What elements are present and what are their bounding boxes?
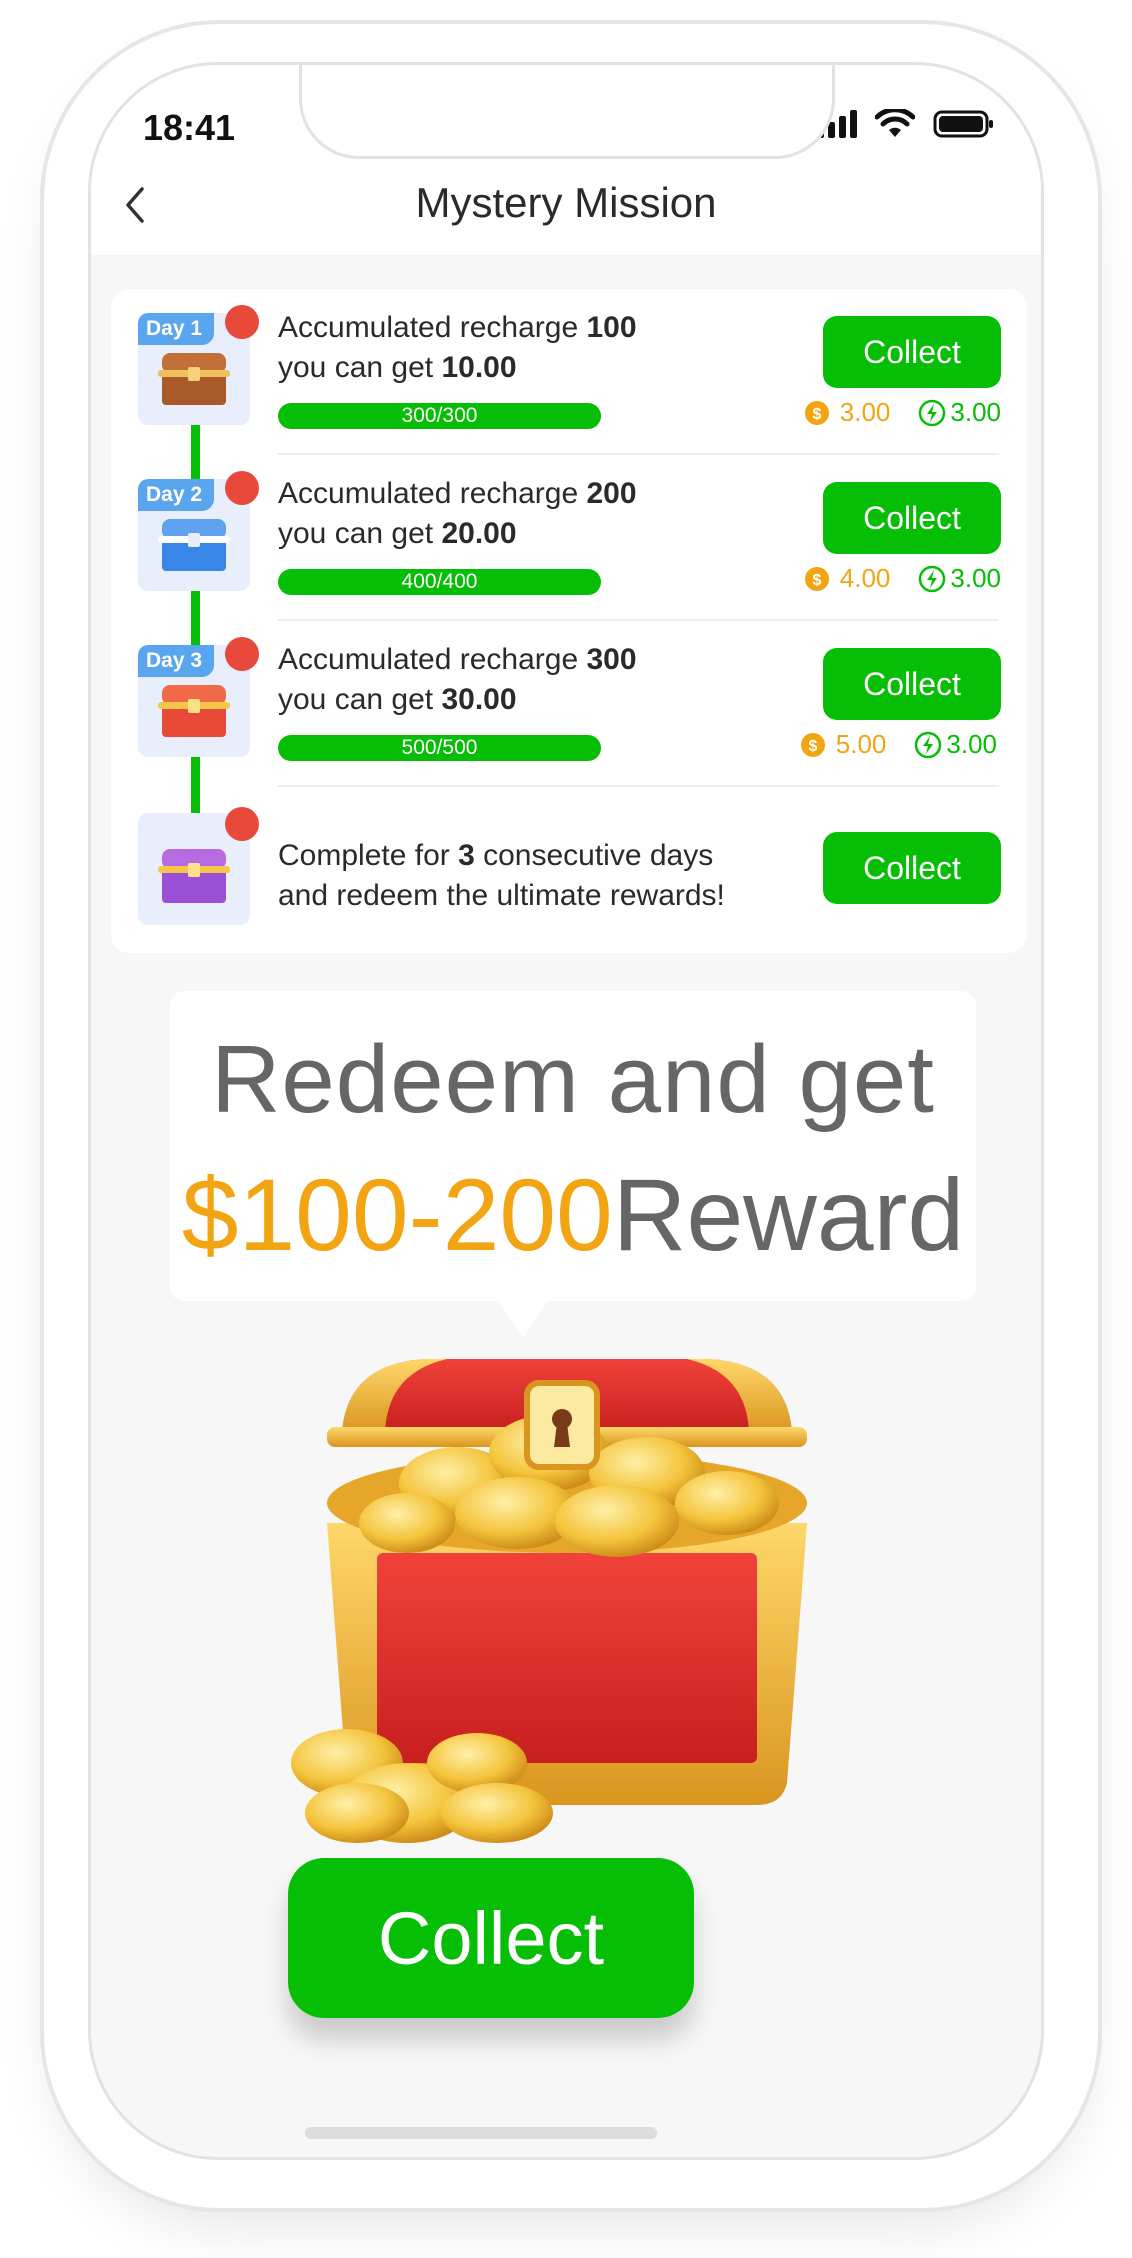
day-tag: Day 1 (138, 313, 215, 345)
bolt-reward: 3.00 (918, 563, 1001, 594)
home-indicator (305, 2127, 657, 2139)
rewards: $ 4.00 3.00 (804, 563, 1001, 594)
notification-dot (225, 637, 259, 671)
bolt-reward: 3.00 (914, 729, 997, 760)
progress-bar: 500/500 (278, 735, 601, 761)
mission-line-2: you can get 30.00 (278, 683, 517, 716)
progress-bar: 300/300 (278, 403, 601, 429)
battery-icon (933, 110, 993, 138)
lightning-icon (915, 731, 942, 758)
svg-text:$: $ (812, 406, 821, 423)
svg-text:$: $ (808, 738, 817, 755)
notification-dot (225, 305, 259, 339)
mission-line-2: you can get 20.00 (278, 517, 517, 550)
coin-reward: $ 4.00 (804, 563, 890, 594)
page-title: Mystery Mission (415, 179, 717, 226)
lightning-icon (919, 399, 946, 426)
collect-button-day-1[interactable]: Collect (823, 316, 1001, 388)
collect-button-day-2[interactable]: Collect (823, 482, 1001, 554)
reward-amount: $100-200 (181, 1158, 613, 1272)
reward-suffix: Reward (612, 1158, 965, 1272)
mission-row-final: Complete for 3 consecutive days and rede… (111, 787, 1027, 953)
rewards: $ 5.00 3.00 (800, 729, 997, 760)
mission-line-1: Accumulated recharge 300 (278, 643, 637, 676)
wifi-icon (875, 109, 915, 137)
collect-button-final[interactable]: Collect (823, 832, 1001, 904)
phone-screen: 18:41 Mystery Mission Day 1 Accumulated … (88, 62, 1044, 2160)
mission-line-1: Accumulated recharge 200 (278, 477, 637, 510)
rewards: $ 3.00 3.00 (804, 397, 1001, 428)
coin-reward: $ 3.00 (804, 397, 890, 428)
coin-icon: $ (804, 400, 829, 425)
bolt-reward: 3.00 (918, 397, 1001, 428)
coin-icon: $ (800, 732, 825, 757)
notification-dot (225, 807, 259, 841)
svg-text:$: $ (812, 572, 821, 589)
mission-line-1: Accumulated recharge 100 (278, 311, 637, 344)
final-mission-line-1: Complete for 3 consecutive days (278, 839, 714, 872)
progress-bar: 400/400 (278, 569, 601, 595)
mission-row-day-3: Day 3 Accumulated recharge 300 you can g… (111, 621, 1027, 787)
mission-row-day-2: Day 2 Accumulated recharge 200 you can g… (111, 455, 1027, 621)
mission-row-day-1: Day 1 Accumulated recharge 100 you can g… (111, 289, 1027, 455)
status-icons (817, 109, 995, 139)
coin-reward: $ 5.00 (800, 729, 886, 760)
banner-reward-line: $100-200Reward (170, 1157, 976, 1274)
coin-icon: $ (804, 566, 829, 591)
treasure-chest-illustration (291, 1359, 807, 1843)
final-mission-line-2: and redeem the ultimate rewards! (278, 879, 725, 912)
phone-notch (299, 65, 835, 159)
day-tag: Day 2 (138, 479, 215, 511)
mission-line-2: you can get 10.00 (278, 351, 517, 384)
notification-dot (225, 471, 259, 505)
collect-button-day-3[interactable]: Collect (823, 648, 1001, 720)
status-time: 18:41 (143, 107, 236, 148)
lightning-icon (919, 565, 946, 592)
mission-card: Day 1 Accumulated recharge 100 you can g… (111, 289, 1027, 953)
banner-pointer (495, 1297, 551, 1337)
collect-main-button[interactable]: Collect (288, 1858, 694, 2018)
banner-headline: Redeem and get (211, 1026, 935, 1133)
day-tag: Day 3 (138, 645, 215, 677)
redeem-banner: Redeem and get $100-200Reward (170, 991, 976, 1301)
